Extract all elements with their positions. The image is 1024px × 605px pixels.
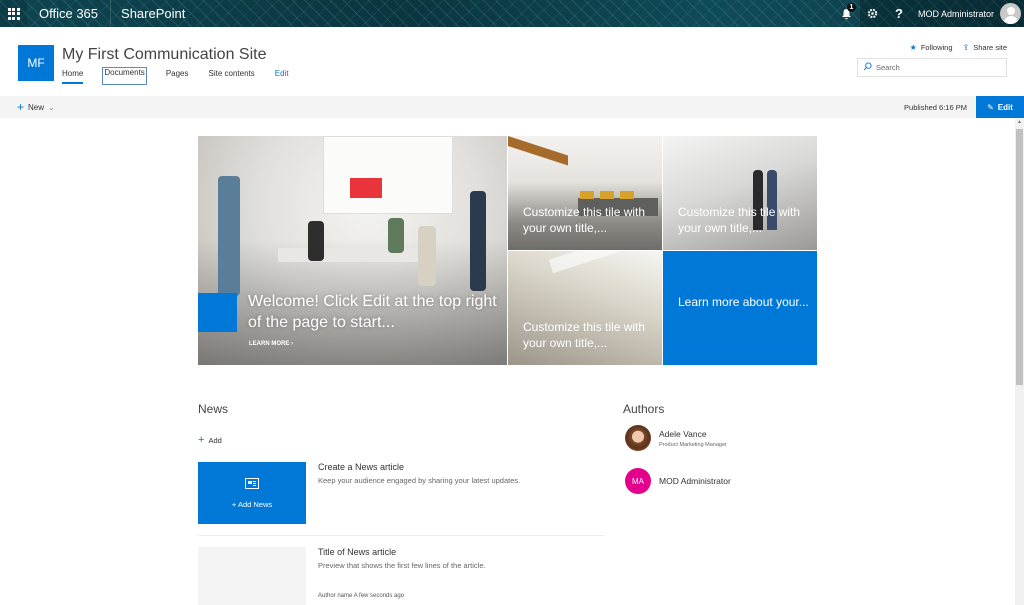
share-label: Share site	[973, 43, 1007, 52]
tile-image-beam	[548, 251, 662, 274]
add-label: Add	[208, 435, 222, 445]
share-icon: ⇪	[962, 43, 970, 52]
nav-pages[interactable]: Pages	[166, 69, 189, 84]
hero-main-title: Welcome! Click Edit at the top right of …	[248, 293, 497, 331]
hero-image-person	[470, 191, 486, 291]
author-card[interactable]: MA MOD Administrator	[625, 468, 731, 494]
new-button[interactable]: + New ⌄	[17, 101, 55, 113]
hero-tile[interactable]: Customize this tile with your own title,…	[508, 136, 662, 250]
nav-edit-link[interactable]: Edit	[275, 69, 289, 84]
learn-more-label: LEARN MORE	[249, 341, 290, 347]
edit-page-button[interactable]: ✎ Edit	[976, 96, 1024, 118]
tile-image-cushion	[580, 191, 594, 199]
chevron-right-icon: ›	[291, 341, 294, 347]
account-manager[interactable]: MOD Administrator	[911, 0, 1024, 27]
site-title[interactable]: My First Communication Site	[62, 46, 267, 64]
app-launcher-button[interactable]	[0, 0, 27, 27]
add-news-label: + Add News	[231, 500, 273, 509]
hero-image-lamp	[350, 178, 382, 198]
nav-documents[interactable]: Documents	[102, 67, 147, 85]
news-headline[interactable]: Title of News article	[318, 547, 604, 557]
new-label: New	[28, 102, 45, 112]
following-label: Following	[920, 43, 953, 52]
hero-image-person	[218, 176, 240, 296]
pencil-icon: ✎	[987, 102, 994, 112]
hero-main-tile[interactable]: Welcome! Click Edit at the top right of …	[198, 136, 507, 365]
hero-tile[interactable]: Customize this tile with your own title,…	[508, 251, 662, 365]
tile-image-ceiling	[508, 136, 568, 166]
gear-icon	[868, 8, 878, 19]
hero-tile-title: Learn more about your...	[678, 295, 809, 309]
star-icon: ★	[909, 43, 917, 52]
scroll-up-arrow-icon[interactable]: ▲	[1015, 119, 1024, 127]
site-logo[interactable]: MF	[18, 45, 54, 81]
following-button[interactable]: ★ Following	[910, 43, 953, 52]
site-navigation: Home Documents Pages Site contents Edit	[62, 67, 309, 85]
hero-tile-title: Customize this tile with your own title,…	[678, 205, 801, 235]
hero-tile[interactable]: Customize this tile with your own title,…	[663, 136, 817, 250]
add-news-button[interactable]: + Add	[198, 434, 222, 446]
hero-image-person	[388, 218, 404, 253]
search-input[interactable]: Search	[857, 58, 1007, 77]
add-news-tile[interactable]: + Add News	[198, 462, 306, 524]
authors-section-title: Authors	[623, 402, 665, 416]
waffle-icon	[7, 7, 20, 20]
newspaper-icon	[245, 478, 259, 489]
hero-tile-title: Customize this tile with your own title,…	[523, 320, 646, 350]
user-name: MOD Administrator	[917, 8, 994, 19]
news-author: Author name	[318, 593, 353, 599]
edit-label: Edit	[997, 102, 1013, 112]
share-site-button[interactable]: ⇪ Share site	[963, 43, 1007, 52]
notification-count-badge: 1	[846, 3, 856, 12]
published-status: Published 6:16 PM	[904, 102, 967, 112]
author-role: Product Marketing Manager	[659, 441, 727, 448]
news-headline[interactable]: Create a News article	[318, 462, 604, 472]
hero-image-window	[323, 136, 453, 214]
learn-more-link[interactable]: LEARN MORE ›	[249, 341, 293, 347]
author-name: Adele Vance	[659, 428, 707, 439]
settings-button[interactable]	[859, 0, 886, 27]
command-bar: + New ⌄ Published 6:16 PM ✎ Edit	[0, 96, 1024, 118]
news-meta: Author name A few seconds ago	[318, 593, 404, 599]
news-divider	[198, 535, 604, 536]
chevron-down-icon: ⌄	[48, 102, 55, 112]
hero-tile-title: Customize this tile with your own title,…	[523, 205, 646, 235]
author-avatar	[625, 425, 651, 451]
news-section-title: News	[198, 402, 229, 416]
scrollbar-thumb[interactable]	[1016, 129, 1023, 385]
hero-image-person	[418, 226, 436, 286]
hero-web-part: Welcome! Click Edit at the top right of …	[198, 136, 818, 365]
search-icon	[858, 62, 876, 73]
hero-accent-block	[198, 293, 237, 332]
authors-web-part: Authors Adele Vance Product Marketing Ma…	[623, 402, 823, 494]
tile-image-cushion	[620, 191, 634, 199]
hero-image-person	[308, 221, 324, 261]
news-web-part: News + Add + Add News Create a News arti…	[198, 402, 604, 605]
help-button[interactable]: ?	[885, 0, 912, 27]
plus-icon: +	[198, 434, 205, 446]
suite-bar: Office 365 SharePoint 1 ? MOD Administra…	[0, 0, 1024, 27]
plus-icon: +	[17, 100, 25, 114]
nav-site-contents[interactable]: Site contents	[209, 69, 255, 84]
search-placeholder: Search	[876, 63, 900, 72]
news-time: A few seconds ago	[353, 593, 405, 599]
tile-image-cushion	[600, 191, 614, 199]
notifications-button[interactable]: 1	[834, 0, 860, 27]
page-scrollbar[interactable]: ▲	[1015, 118, 1024, 605]
office365-brand-link[interactable]: Office 365	[27, 0, 110, 27]
author-initials-avatar: MA	[625, 468, 651, 494]
user-avatar-icon	[1000, 3, 1021, 24]
news-thumbnail[interactable]	[198, 547, 306, 605]
header-actions: ★ Following ⇪ Share site	[900, 43, 1007, 52]
hero-tile[interactable]: Learn more about your...	[663, 251, 817, 365]
site-header: MF My First Communication Site Home Docu…	[0, 27, 1024, 96]
nav-home[interactable]: Home	[62, 69, 84, 84]
news-description: Keep your audience engaged by sharing yo…	[318, 476, 521, 485]
news-description: Preview that shows the first few lines o…	[318, 561, 486, 570]
author-card[interactable]: Adele Vance Product Marketing Manager	[625, 425, 727, 451]
author-name: MOD Administrator	[659, 476, 731, 486]
sharepoint-app-link[interactable]: SharePoint	[110, 0, 195, 27]
